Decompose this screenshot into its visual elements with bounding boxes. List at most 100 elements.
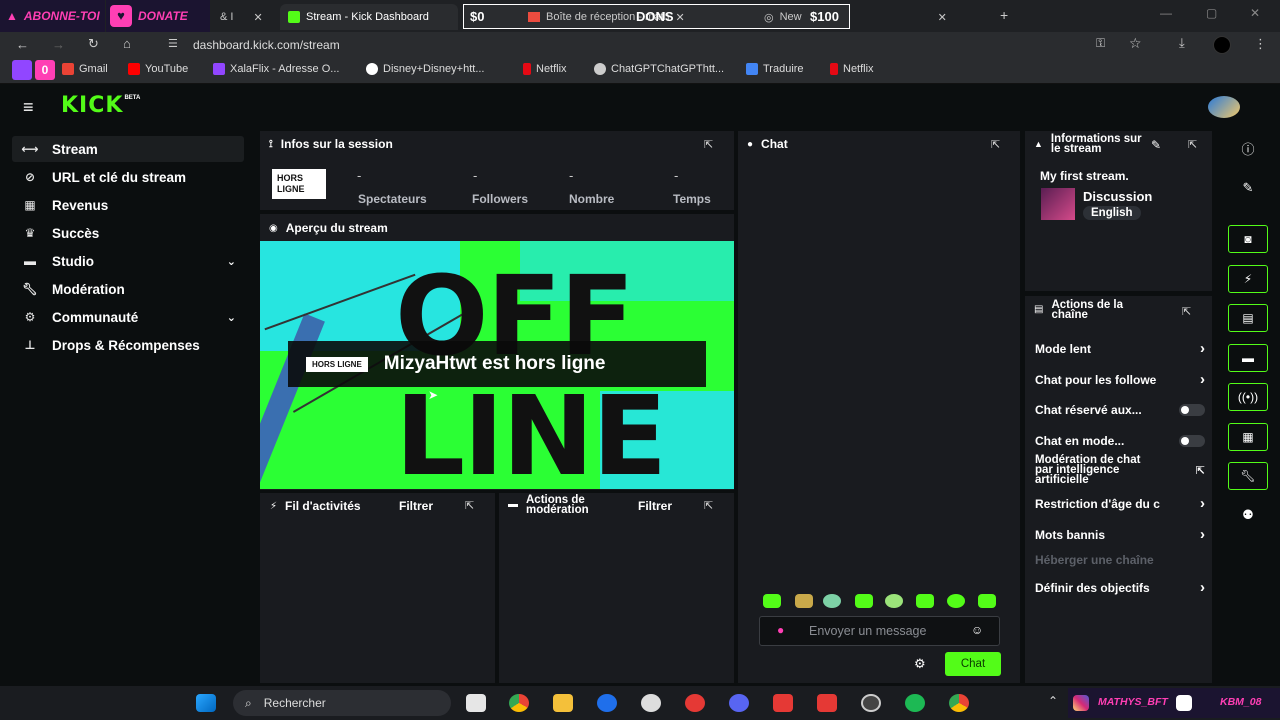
site-info-icon[interactable]: ☰: [168, 37, 178, 50]
sidebar-item-url[interactable]: ⊘ URL et clé du stream: [12, 164, 244, 190]
emote-icon[interactable]: [885, 594, 903, 608]
profile-avatar[interactable]: [1213, 36, 1231, 54]
bookmark-xalaflix[interactable]: XalaFlix - Adresse O...: [213, 63, 339, 75]
pencil-icon[interactable]: ✎: [1228, 174, 1268, 202]
action-age-restriction[interactable]: Restriction d'âge du c ›: [1035, 495, 1205, 512]
obs-icon[interactable]: [861, 694, 881, 712]
action-banned-words[interactable]: Mots bannis ›: [1035, 526, 1205, 543]
edit-icon[interactable]: ✎: [1151, 138, 1161, 152]
users-icon[interactable]: ⚉: [1228, 501, 1268, 529]
action-followers-chat[interactable]: Chat pour les followe ›: [1035, 371, 1205, 388]
menu-dots-icon[interactable]: ⋮: [1254, 36, 1267, 52]
emote-icon[interactable]: [916, 594, 934, 608]
new-tab-button[interactable]: +: [1000, 7, 1008, 23]
popout-icon[interactable]: ⇱: [1182, 305, 1196, 318]
app-red-icon-2[interactable]: [773, 694, 793, 712]
back-icon[interactable]: ←: [16, 37, 29, 52]
bookmark-gmail[interactable]: Gmail: [62, 63, 108, 75]
emoji-picker-icon[interactable]: ☺: [971, 623, 983, 637]
tray-chevron-up-icon[interactable]: ⌃: [1048, 694, 1058, 708]
sidebar-item-communaute[interactable]: ⚙ Communauté ⌄: [12, 304, 244, 330]
close-icon[interactable]: ✕: [253, 11, 262, 24]
bookmark-netflix-2[interactable]: Netflix: [830, 63, 874, 75]
chrome-icon[interactable]: [509, 694, 529, 712]
stat-label: Nombre: [569, 192, 615, 206]
category-label[interactable]: Discussion: [1083, 189, 1152, 204]
minimize-button[interactable]: —: [1160, 6, 1172, 20]
action-ai-moderation[interactable]: Modération de chat par intelligence arti…: [1035, 454, 1205, 486]
popout-icon[interactable]: ⇱: [465, 499, 479, 512]
sidebar-item-revenus[interactable]: ▦ Revenus: [12, 192, 244, 218]
emote-icon[interactable]: [795, 594, 813, 608]
reload-icon[interactable]: ↻: [88, 36, 99, 52]
bookmark-youtube[interactable]: YouTube: [128, 63, 188, 75]
bookmark-disney[interactable]: Disney+Disney+htt...: [366, 63, 485, 75]
mod-filter-button[interactable]: Filtrer: [638, 499, 672, 513]
sidebar-item-moderation[interactable]: 🔧︎ Modération: [12, 276, 244, 302]
chrome-icon-2[interactable]: [949, 694, 969, 712]
toggle-switch[interactable]: [1179, 404, 1205, 416]
bookmark-netflix[interactable]: Netflix: [523, 63, 567, 75]
action-reserved-chat[interactable]: Chat réservé aux...: [1035, 403, 1205, 417]
hamburger-menu-icon[interactable]: ≡: [23, 97, 34, 118]
chat-settings-icon[interactable]: ⚙: [914, 656, 926, 672]
emote-icon[interactable]: [823, 594, 841, 608]
taskbar-search[interactable]: ⌕ Rechercher: [233, 690, 451, 716]
sidebar-item-succes[interactable]: ♛ Succès: [12, 220, 244, 246]
kick-logo[interactable]: KICK BETA: [61, 93, 140, 118]
close-icon[interactable]: ✕: [938, 11, 947, 24]
emote-icon[interactable]: [763, 594, 781, 608]
wrench-icon[interactable]: 🔧︎: [1228, 462, 1268, 490]
windows-start-icon[interactable]: [196, 694, 216, 712]
spotify-icon[interactable]: [905, 694, 925, 712]
lightning-icon[interactable]: ⚡︎: [1228, 265, 1268, 293]
xbox-icon[interactable]: [641, 694, 661, 712]
bookmark-chatgpt[interactable]: ChatGPTChatGPThtt...: [594, 63, 724, 75]
maximize-button[interactable]: ▢: [1206, 6, 1217, 20]
action-mode-lent[interactable]: Mode lent ›: [1035, 340, 1205, 357]
app-red-icon[interactable]: [685, 694, 705, 712]
file-explorer-icon[interactable]: [553, 694, 573, 712]
download-icon[interactable]: ⤓: [1179, 35, 1185, 51]
settings-icon[interactable]: [597, 694, 617, 712]
close-window-button[interactable]: ✕: [1250, 6, 1260, 20]
layout-icon[interactable]: ▦: [1228, 423, 1268, 451]
emote-icon[interactable]: [947, 594, 965, 608]
app-red-icon-3[interactable]: [817, 694, 837, 712]
microphone-icon[interactable]: ●: [777, 623, 784, 637]
star-icon[interactable]: ☆: [1129, 35, 1142, 52]
sidebar-item-studio[interactable]: ▬ Studio ⌄: [12, 248, 244, 274]
tab-kick-dashboard[interactable]: Stream - Kick Dashboard: [280, 4, 458, 30]
subscribe-overlay: ▲ ABONNE-TOI: [0, 0, 105, 32]
toggle-switch[interactable]: [1179, 435, 1205, 447]
bookmark-traduire[interactable]: Traduire: [746, 63, 804, 75]
stat-label: Followers: [472, 192, 529, 206]
task-view-icon[interactable]: [466, 694, 486, 712]
stream-info-title: ▲ Informations sur le stream: [1034, 133, 1154, 155]
action-set-goals[interactable]: Définir des objectifs ›: [1035, 579, 1205, 596]
forward-icon[interactable]: →: [52, 37, 65, 52]
action-chat-mode[interactable]: Chat en mode...: [1035, 434, 1205, 448]
home-icon[interactable]: ⌂: [123, 36, 131, 51]
user-avatar[interactable]: [1208, 96, 1240, 118]
popout-icon[interactable]: ⇱: [1188, 138, 1202, 151]
popout-icon[interactable]: ⇱: [704, 138, 718, 151]
chat-send-button[interactable]: Chat: [945, 652, 1001, 676]
discord-icon[interactable]: [729, 694, 749, 712]
emote-icon[interactable]: [855, 594, 873, 608]
url-field[interactable]: dashboard.kick.com/stream: [193, 38, 340, 52]
activity-filter-button[interactable]: Filtrer: [399, 499, 433, 513]
tab-partial[interactable]: & I ✕: [212, 4, 272, 30]
password-icon[interactable]: ⚿: [1096, 36, 1105, 51]
emote-icon[interactable]: [978, 594, 996, 608]
sidebar-item-drops[interactable]: ⊥ Drops & Récompenses: [12, 332, 244, 358]
chat-input[interactable]: ● Envoyer un message ☺: [759, 616, 1000, 646]
notes-icon[interactable]: ▤: [1228, 304, 1268, 332]
sidebar-item-stream[interactable]: ⟷ Stream: [12, 136, 244, 162]
info-icon[interactable]: ⓘ: [1228, 134, 1268, 162]
chat-bubble-icon[interactable]: ▬: [1228, 344, 1268, 372]
popout-icon[interactable]: ⇱: [991, 138, 1005, 151]
camera-icon[interactable]: ◙: [1228, 225, 1268, 253]
popout-icon[interactable]: ⇱: [704, 499, 718, 512]
broadcast-icon[interactable]: ((•)): [1228, 383, 1268, 411]
